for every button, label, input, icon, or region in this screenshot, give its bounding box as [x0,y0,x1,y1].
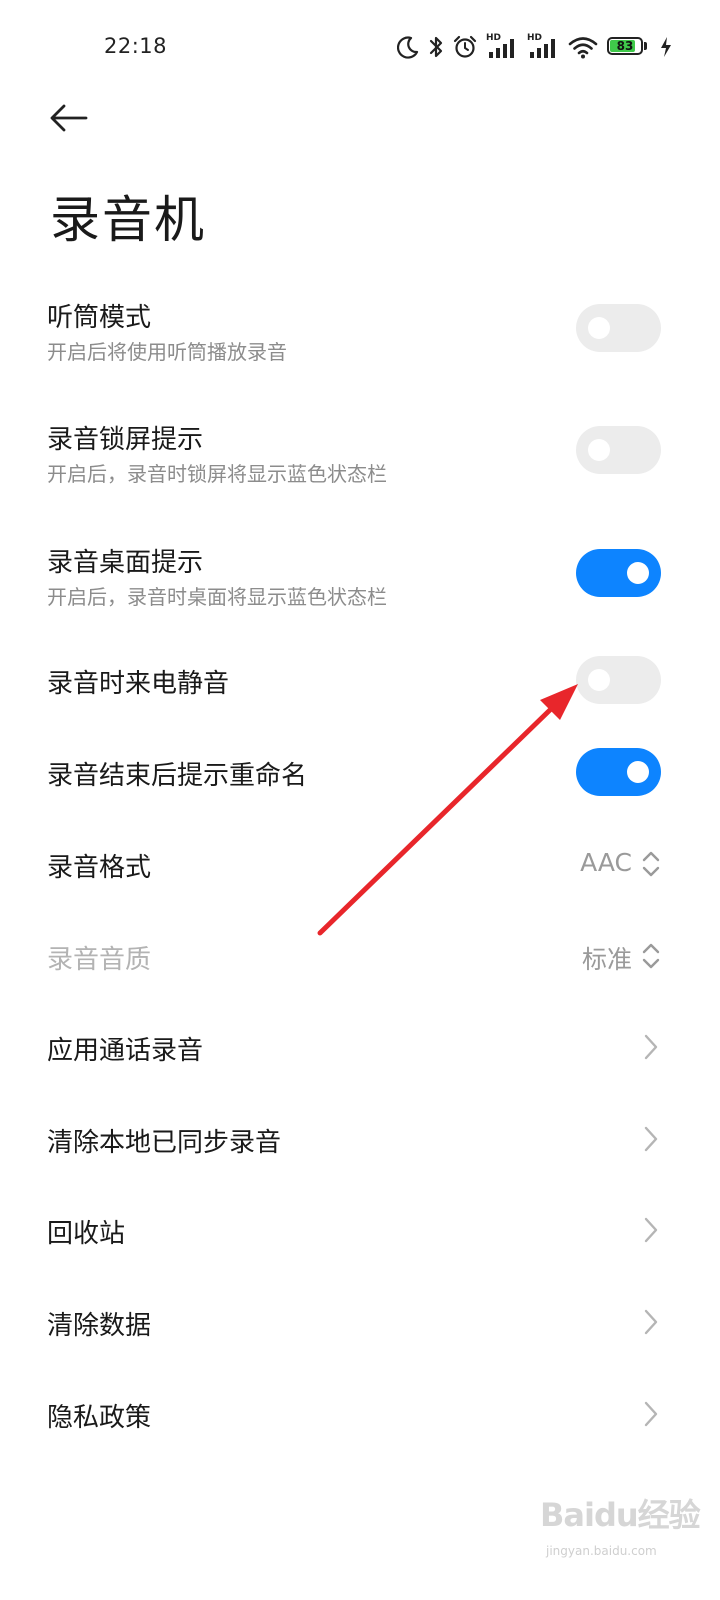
setting-recycle-bin[interactable]: 回收站 [0,1200,720,1260]
setting-title: 听筒模式 [47,303,152,333]
setting-subtitle: 开启后将使用听筒播放录音 [47,340,287,364]
earpiece-mode-toggle[interactable] [576,304,661,352]
watermark-logo: Baidu经验 [540,1496,701,1534]
lockscreen-hint-toggle[interactable] [576,426,661,474]
watermark-url: jingyan.baidu.com [546,1544,657,1558]
chevron-right-icon [644,1126,658,1152]
updown-chevron-icon [642,943,660,969]
battery-tip [644,42,647,50]
desktop-hint-toggle[interactable] [576,549,661,597]
setting-clear-synced[interactable]: 清除本地已同步录音 [0,1109,720,1169]
wifi-icon [568,37,598,59]
setting-subtitle: 开启后，录音时锁屏将显示蓝色状态栏 [47,462,387,486]
setting-title: 清除本地已同步录音 [47,1128,282,1158]
rename-prompt-toggle[interactable] [576,748,661,796]
setting-privacy-policy[interactable]: 隐私政策 [0,1384,720,1444]
setting-title: 隐私政策 [47,1403,152,1433]
setting-subtitle: 开启后，录音时桌面将显示蓝色状态栏 [47,585,387,609]
chevron-right-icon [644,1034,658,1060]
setting-rename-prompt[interactable]: 录音结束后提示重命名 [0,742,720,802]
page-title: 录音机 [50,191,206,249]
setting-title: 录音桌面提示 [47,548,204,578]
battery-icon: 83 [607,37,651,57]
hd-signal-icon: HD [486,34,518,60]
hd-signal-icon: HD [527,34,559,60]
status-time: 22:18 [104,34,168,58]
setting-format[interactable]: 录音格式 AAC [0,834,720,894]
moon-icon [397,36,419,59]
toggle-knob [588,669,610,691]
updown-chevron-icon [642,851,660,877]
chevron-right-icon [644,1401,658,1427]
toggle-knob [627,562,649,584]
format-value: AAC [580,848,632,877]
setting-earpiece-mode[interactable]: 听筒模式 开启后将使用听筒播放录音 [0,290,720,370]
setting-title: 录音结束后提示重命名 [47,761,308,791]
back-arrow-icon [50,104,88,132]
status-icons: HD HD 83 [397,32,672,62]
bluetooth-icon [429,36,443,58]
setting-mute-calls[interactable]: 录音时来电静音 [0,650,720,710]
toggle-knob [588,439,610,461]
setting-title: 录音锁屏提示 [47,425,204,455]
setting-title: 录音时来电静音 [47,669,230,699]
charging-icon [661,37,671,57]
chevron-right-icon [644,1217,658,1243]
quality-value: 标准 [581,945,632,974]
setting-quality: 录音音质 标准 [0,926,720,986]
mute-calls-toggle[interactable] [576,656,661,704]
toggle-knob [627,761,649,783]
back-button[interactable] [44,96,92,140]
setting-title: 回收站 [47,1219,126,1249]
setting-title: 录音音质 [47,945,152,975]
chevron-right-icon [644,1309,658,1335]
battery-level: 83 [616,39,634,53]
setting-call-recording[interactable]: 应用通话录音 [0,1017,720,1077]
toggle-knob [588,317,610,339]
setting-desktop-hint[interactable]: 录音桌面提示 开启后，录音时桌面将显示蓝色状态栏 [0,535,720,615]
setting-title: 清除数据 [47,1311,152,1341]
setting-title: 录音格式 [47,853,152,883]
setting-clear-data[interactable]: 清除数据 [0,1292,720,1352]
setting-title: 应用通话录音 [47,1036,204,1066]
alarm-icon [453,35,477,58]
setting-lockscreen-hint[interactable]: 录音锁屏提示 开启后，录音时锁屏将显示蓝色状态栏 [0,412,720,492]
status-bar: 22:18 HD HD 83 [0,0,720,95]
baidu-watermark: Baidu经验 jingyan.baidu.com [540,1490,710,1570]
